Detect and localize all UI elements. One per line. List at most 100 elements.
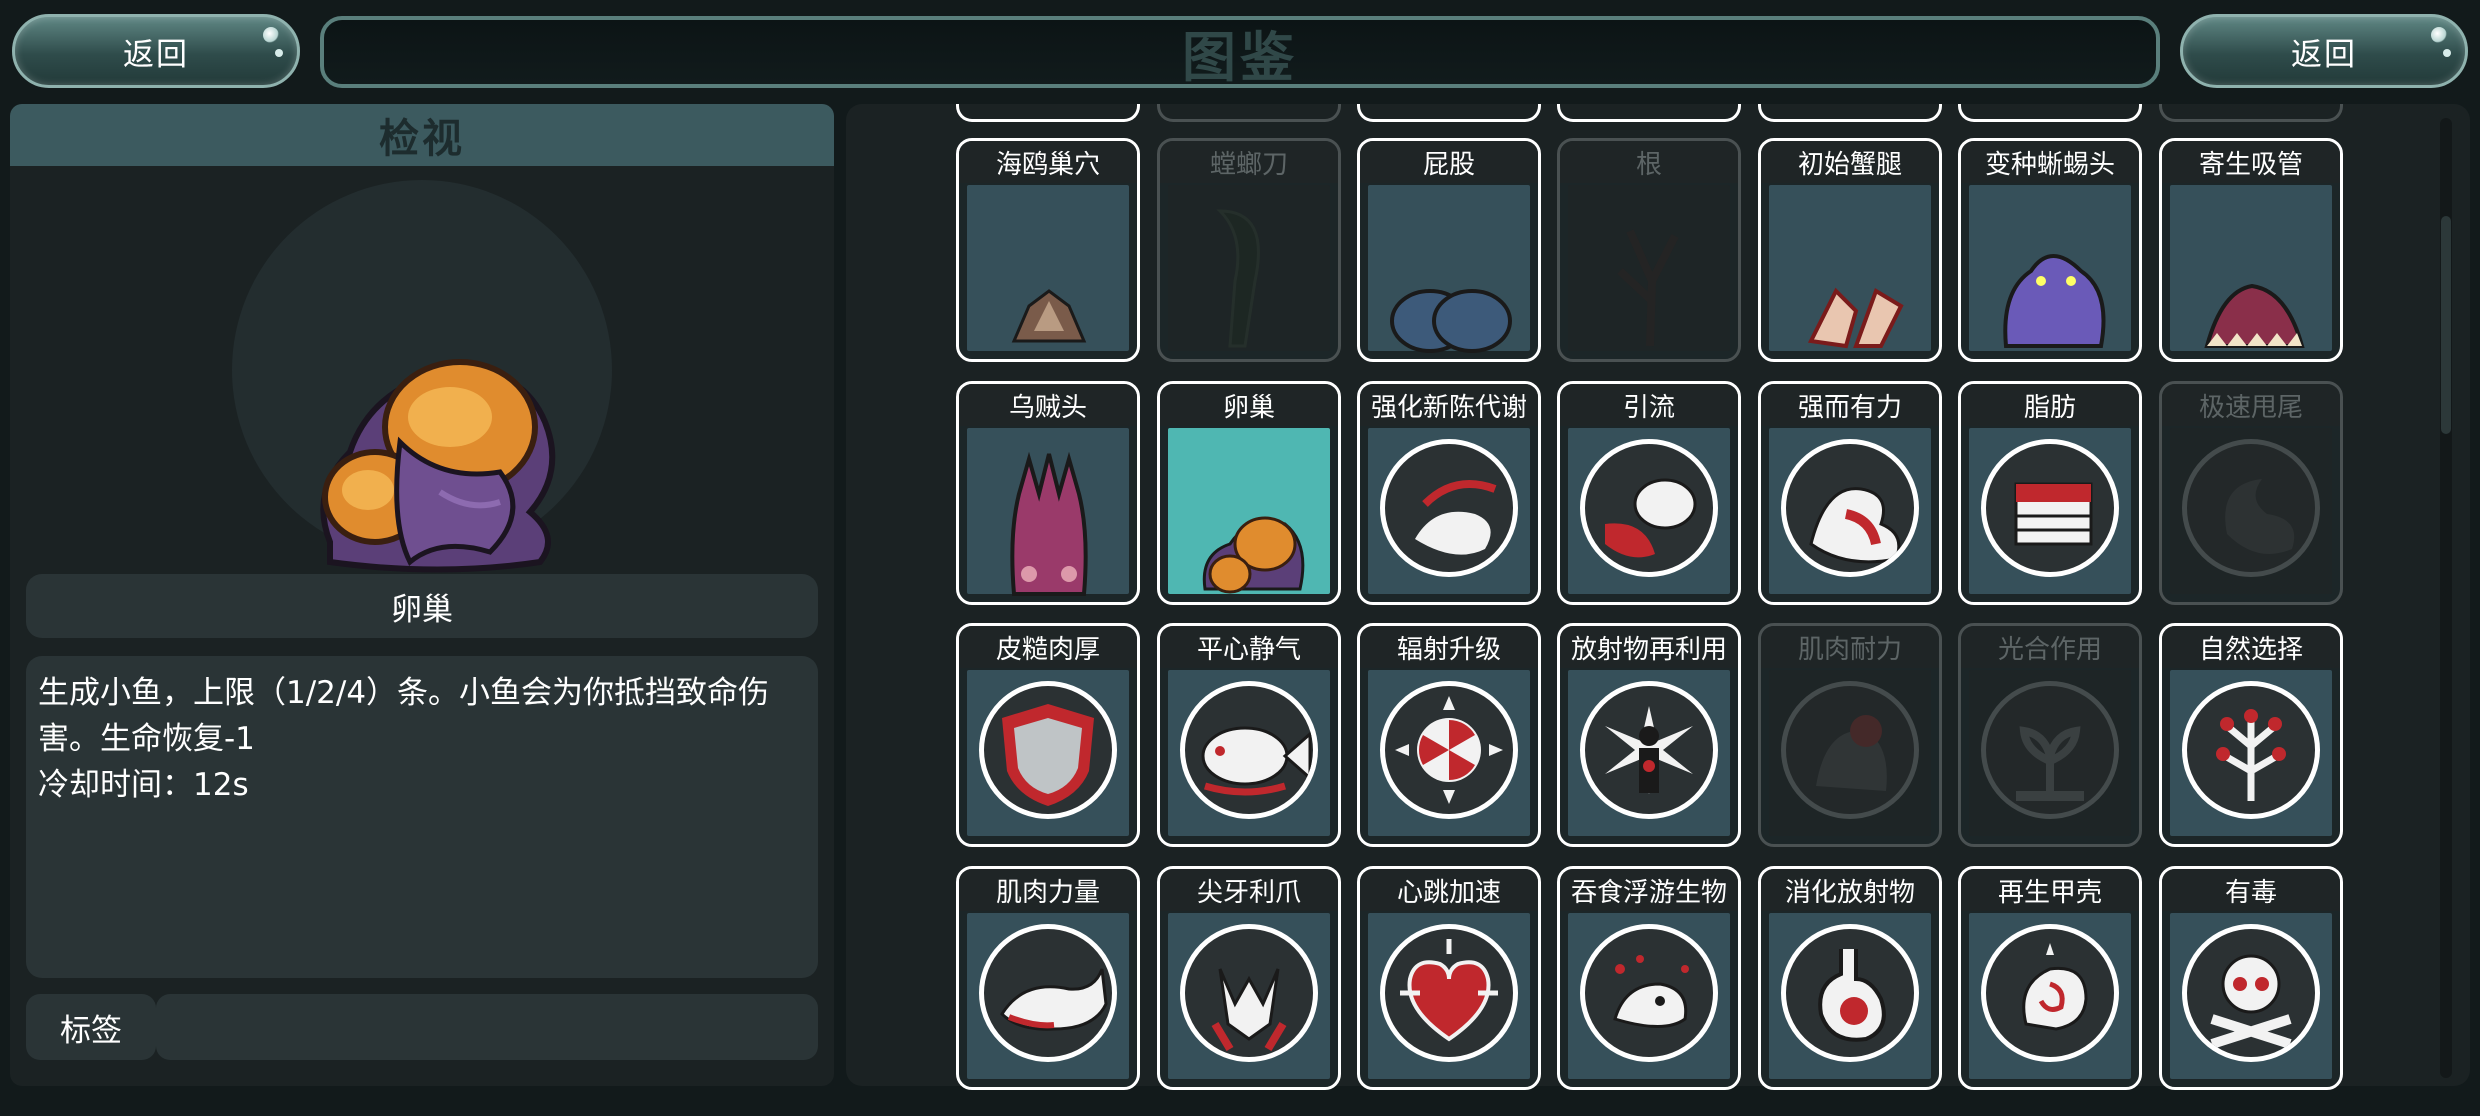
- codex-card[interactable]: 心跳加速: [1357, 866, 1541, 1090]
- icon-ring: [1380, 439, 1518, 577]
- back-button-label: 返回: [123, 36, 189, 73]
- codex-card-name: 放射物再利用: [1560, 626, 1738, 668]
- codex-card-name: 极速甩尾: [2162, 384, 2340, 426]
- icon-ring: [1781, 439, 1919, 577]
- codex-card-partial[interactable]: [1357, 104, 1541, 122]
- codex-card-partial[interactable]: [2159, 104, 2343, 122]
- codex-card-partial[interactable]: [1157, 104, 1341, 122]
- codex-card[interactable]: 放射物再利用: [1557, 623, 1741, 847]
- photosynthesis-icon: [2016, 726, 2084, 801]
- inspect-heading: 检视: [379, 116, 465, 162]
- scrollbar-thumb[interactable]: [2441, 216, 2451, 434]
- heartbeat-icon: [1400, 939, 1498, 1042]
- codex-card-name: 有毒: [2162, 869, 2340, 911]
- codex-card[interactable]: 屁股: [1357, 138, 1541, 362]
- icon-ring: [1580, 439, 1718, 577]
- description-line: 生成小鱼，上限（1/2/4）条。小鱼会为你抵挡致命伤: [38, 675, 770, 711]
- icon-ring: [1981, 924, 2119, 1062]
- codex-card[interactable]: 光合作用: [1958, 623, 2142, 847]
- regen-shell-icon: [2022, 943, 2088, 1031]
- codex-card-name: 平心静气: [1160, 626, 1338, 668]
- codex-card[interactable]: 皮糙肉厚: [956, 623, 1140, 847]
- codex-card[interactable]: 极速甩尾: [2159, 381, 2343, 605]
- codex-card[interactable]: 乌贼头: [956, 381, 1140, 605]
- icon-ring: [1380, 681, 1518, 819]
- back-button-label: 返回: [2291, 36, 2357, 73]
- codex-card[interactable]: 自然选择: [2159, 623, 2343, 847]
- codex-card[interactable]: 肌肉耐力: [1758, 623, 1942, 847]
- codex-card-partial[interactable]: [956, 104, 1140, 122]
- icon-ring: [1981, 681, 2119, 819]
- back-button-right[interactable]: 返回: [2180, 14, 2468, 88]
- muscle-endurance-icon: [1816, 715, 1887, 791]
- codex-card[interactable]: 强而有力: [1758, 381, 1942, 605]
- icon-ring: [2182, 924, 2320, 1062]
- mantis-blade-icon: [1216, 209, 1260, 348]
- icon-ring: [1981, 439, 2119, 577]
- codex-card-partial[interactable]: [1958, 104, 2142, 122]
- page-title: 图鉴: [1182, 25, 1298, 89]
- codex-card-name: 肌肉力量: [959, 869, 1137, 911]
- codex-card[interactable]: 有毒: [2159, 866, 2343, 1090]
- codex-card-name: 皮糙肉厚: [959, 626, 1137, 668]
- icon-ring: [1580, 924, 1718, 1062]
- codex-card[interactable]: 尖牙利爪: [1157, 866, 1341, 1090]
- ovary-icon: [1202, 516, 1305, 594]
- icon-ring: [979, 681, 1117, 819]
- calm-fish-icon: [1201, 726, 1312, 796]
- codex-card-name: 肌肉耐力: [1761, 626, 1939, 668]
- codex-card[interactable]: 卵巢: [1157, 381, 1341, 605]
- back-button-left[interactable]: 返回: [12, 14, 300, 88]
- item-name-box: 卵巢: [26, 574, 818, 638]
- codex-card-name: 吞食浮游生物: [1560, 869, 1738, 911]
- codex-card-name: 尖牙利爪: [1160, 869, 1338, 911]
- crab-leg-icon: [1807, 287, 1904, 349]
- codex-card[interactable]: 肌肉力量: [956, 866, 1140, 1090]
- codex-card[interactable]: 海鸥巢穴: [956, 138, 1140, 362]
- codex-card-name: 强化新陈代谢: [1360, 384, 1538, 426]
- buttocks-icon: [1390, 289, 1512, 353]
- mutant-lizard-head-icon: [2003, 254, 2106, 348]
- codex-card[interactable]: 根: [1557, 138, 1741, 362]
- tail-whip-icon: [2225, 479, 2295, 554]
- description-line: 冷却时间：12s: [38, 767, 249, 803]
- codex-card-name: 脂肪: [1961, 384, 2139, 426]
- icon-ring: [1180, 924, 1318, 1062]
- codex-card[interactable]: 脂肪: [1958, 381, 2142, 605]
- codex-card-name: 引流: [1560, 384, 1738, 426]
- seagull-nest-icon: [1011, 289, 1087, 343]
- codex-card-name: 心跳加速: [1360, 869, 1538, 911]
- plankton-icon: [1613, 955, 1689, 1028]
- fangs-claws-icon: [1211, 968, 1287, 1052]
- radiation-reuse-icon: [1605, 706, 1693, 794]
- codex-card[interactable]: 再生甲壳: [1958, 866, 2142, 1090]
- inspect-panel: 检视 卵巢 生成小鱼，上限（1/2/4）条。小鱼会为你抵挡致命伤 害。生命恢复-…: [10, 104, 834, 1086]
- codex-card[interactable]: 吞食浮游生物: [1557, 866, 1741, 1090]
- codex-card[interactable]: 变种蜥蜴头: [1958, 138, 2142, 362]
- codex-card[interactable]: 平心静气: [1157, 623, 1341, 847]
- icon-ring: [2182, 681, 2320, 819]
- codex-card-partial[interactable]: [1758, 104, 1942, 122]
- fat-icon: [2014, 482, 2093, 546]
- codex-card-name: 光合作用: [1961, 626, 2139, 668]
- codex-card-name: 辐射升级: [1360, 626, 1538, 668]
- codex-card-name: 消化放射物: [1761, 869, 1939, 911]
- codex-card[interactable]: 辐射升级: [1357, 623, 1541, 847]
- squid-head-icon: [1010, 451, 1088, 596]
- strong-arm-icon: [1809, 487, 1901, 564]
- drainage-icon: [1605, 478, 1697, 558]
- codex-card[interactable]: 初始蟹腿: [1758, 138, 1942, 362]
- codex-card[interactable]: 消化放射物: [1758, 866, 1942, 1090]
- codex-card[interactable]: 引流: [1557, 381, 1741, 605]
- tag-label: 标签: [60, 1012, 122, 1049]
- natural-selection-icon: [2216, 709, 2286, 801]
- codex-card-partial[interactable]: [1557, 104, 1741, 122]
- skull-icon: [2210, 954, 2292, 1049]
- icon-ring: [1380, 924, 1518, 1062]
- icon-ring: [979, 924, 1117, 1062]
- codex-card[interactable]: 寄生吸管: [2159, 138, 2343, 362]
- icon-ring: [1580, 681, 1718, 819]
- gloss-highlight: [263, 27, 279, 43]
- codex-card[interactable]: 螳螂刀: [1157, 138, 1341, 362]
- codex-card[interactable]: 强化新陈代谢: [1357, 381, 1541, 605]
